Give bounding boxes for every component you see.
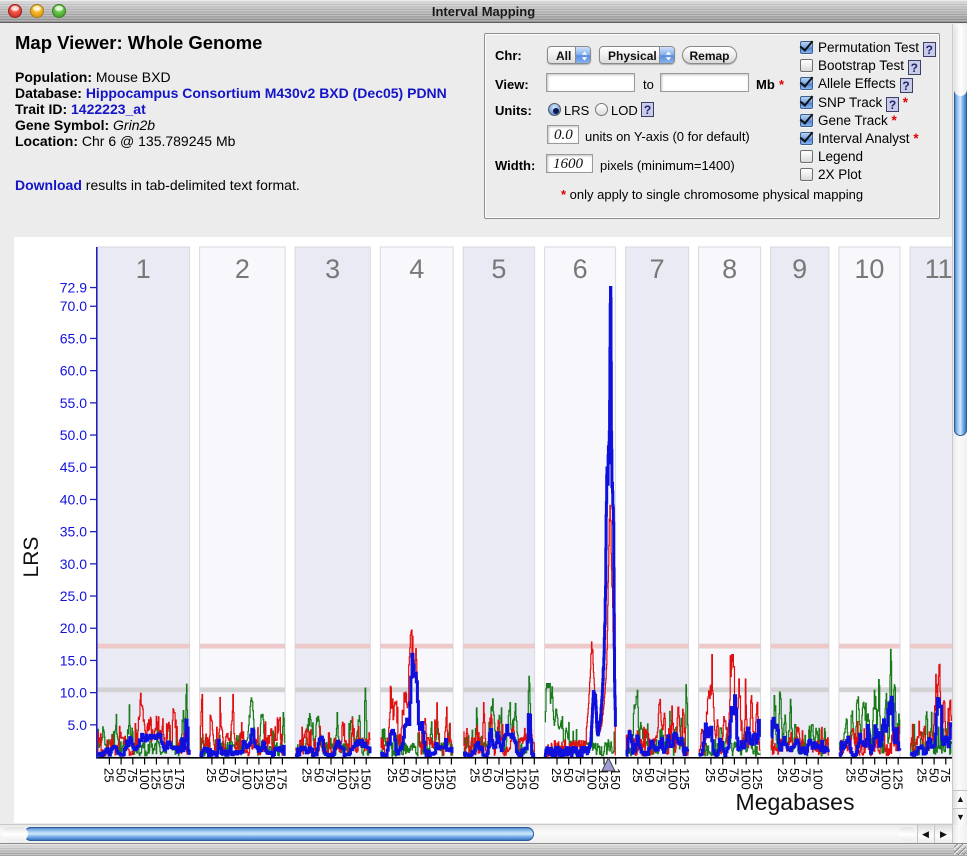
svg-text:7: 7 — [650, 254, 665, 284]
svg-text:25.0: 25.0 — [60, 588, 87, 604]
svg-text:35.0: 35.0 — [60, 524, 87, 540]
svg-text:175: 175 — [172, 768, 187, 790]
svg-text:10.0: 10.0 — [60, 685, 87, 701]
svg-text:8: 8 — [722, 254, 737, 284]
svg-text:70.0: 70.0 — [60, 298, 87, 314]
svg-text:15.0: 15.0 — [60, 652, 87, 668]
svg-text:2: 2 — [235, 254, 250, 284]
svg-text:3: 3 — [325, 254, 340, 284]
svg-text:125: 125 — [890, 768, 905, 790]
svg-text:4: 4 — [409, 254, 424, 284]
svg-text:125: 125 — [750, 768, 765, 790]
svg-text:30.0: 30.0 — [60, 556, 87, 572]
svg-text:72.9: 72.9 — [60, 280, 87, 296]
svg-text:9: 9 — [792, 254, 807, 284]
svg-text:Megabases: Megabases — [736, 789, 855, 815]
svg-text:125: 125 — [677, 768, 692, 790]
svg-text:20.0: 20.0 — [60, 620, 87, 636]
svg-text:175: 175 — [275, 768, 290, 790]
svg-text:150: 150 — [527, 768, 542, 790]
svg-text:60.0: 60.0 — [60, 363, 87, 379]
svg-text:150: 150 — [358, 768, 373, 790]
svg-text:5.0: 5.0 — [68, 717, 88, 733]
svg-text:5: 5 — [491, 254, 506, 284]
svg-text:1: 1 — [136, 254, 151, 284]
svg-text:45.0: 45.0 — [60, 459, 87, 475]
svg-text:150: 150 — [444, 768, 459, 790]
svg-text:100: 100 — [810, 768, 825, 790]
svg-text:50.0: 50.0 — [60, 427, 87, 443]
svg-text:LRS: LRS — [20, 537, 43, 578]
svg-text:40.0: 40.0 — [60, 491, 87, 507]
svg-text:75: 75 — [938, 768, 952, 782]
svg-text:65.0: 65.0 — [60, 330, 87, 346]
svg-text:55.0: 55.0 — [60, 395, 87, 411]
svg-text:6: 6 — [573, 254, 588, 284]
svg-text:10: 10 — [854, 254, 884, 284]
svg-text:11: 11 — [925, 254, 952, 284]
